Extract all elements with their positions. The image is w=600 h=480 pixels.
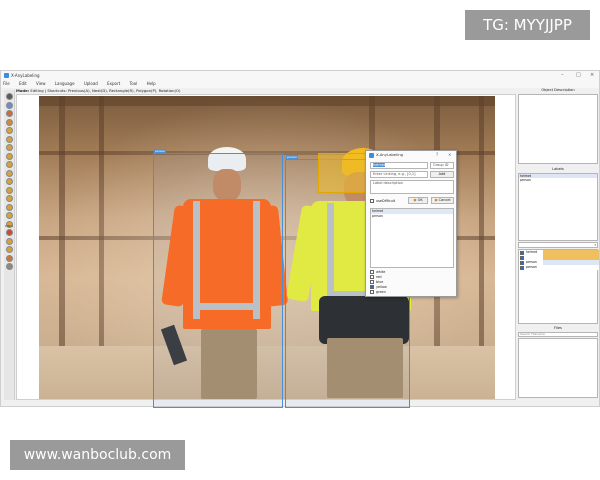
menu-upload[interactable]: Upload bbox=[84, 81, 98, 86]
tool-button-icon[interactable] bbox=[6, 152, 13, 160]
mode-text: Editing | Shortcuts: Previous(A), Next(D… bbox=[30, 88, 181, 93]
difficult-label: useDifficult bbox=[376, 199, 396, 203]
label-item[interactable]: person bbox=[519, 178, 597, 182]
instance-label: person bbox=[526, 265, 537, 269]
tool-button-icon[interactable] bbox=[6, 195, 13, 202]
cancel-label: Cancel bbox=[438, 198, 451, 202]
app-window: X-AnyLabeling – □ × File Edit View Langu… bbox=[0, 70, 600, 408]
instances-list[interactable]: helmet person person bbox=[518, 249, 599, 324]
tool-button-icon[interactable] bbox=[6, 110, 13, 117]
flag-label: white bbox=[376, 270, 386, 274]
instance-label: person bbox=[526, 260, 537, 264]
tool-button-icon[interactable] bbox=[6, 93, 13, 100]
tool-button-icon[interactable] bbox=[6, 186, 13, 194]
search-filename-input[interactable]: Search Filename bbox=[518, 332, 598, 337]
menu-bar: File Edit View Language Upload Export To… bbox=[1, 80, 599, 88]
right-panel: Object Description Labels helmet person ▾… bbox=[517, 88, 599, 400]
linking-input[interactable]: Enter Linking, e.g., [0,1] bbox=[370, 171, 428, 178]
ok-label: OK bbox=[417, 198, 423, 202]
watermark-tag: TG: MYYJJPP bbox=[465, 10, 590, 40]
instance-label: helmet bbox=[526, 250, 538, 254]
tool-button-icon[interactable] bbox=[6, 203, 13, 211]
label-input-text: helmet bbox=[373, 163, 386, 167]
tool-button-icon[interactable] bbox=[6, 101, 13, 109]
flag-checkbox[interactable] bbox=[370, 280, 374, 284]
group-id-input[interactable]: Group ID bbox=[430, 162, 454, 169]
label-list-item[interactable]: person bbox=[371, 214, 453, 218]
cancel-icon: ● bbox=[434, 198, 438, 202]
label-dialog: X-AnyLabeling ? × helmet Group ID Enter … bbox=[365, 150, 457, 297]
label-filter-combo[interactable]: ▾ bbox=[518, 242, 598, 248]
tool-button-icon[interactable] bbox=[6, 144, 13, 151]
bounding-box-person[interactable]: person bbox=[153, 149, 283, 408]
window-title: X-AnyLabeling bbox=[11, 73, 40, 78]
zoom-label: 100% bbox=[5, 224, 13, 228]
labels-title: Labels bbox=[552, 167, 564, 171]
tool-button-icon[interactable] bbox=[6, 178, 13, 185]
tool-strip: 100% bbox=[4, 90, 15, 400]
flag-checkbox[interactable] bbox=[370, 270, 374, 274]
instance-visible-checkbox[interactable] bbox=[520, 260, 524, 265]
menu-edit[interactable]: Edit bbox=[19, 81, 27, 86]
flag-checkbox[interactable] bbox=[370, 285, 374, 289]
label-input[interactable]: helmet bbox=[370, 162, 428, 169]
tool-button-icon[interactable] bbox=[6, 127, 13, 134]
menu-export[interactable]: Export bbox=[107, 81, 120, 86]
menu-language[interactable]: Language bbox=[55, 81, 75, 86]
menu-help[interactable]: Help bbox=[147, 81, 156, 86]
tool-button-icon[interactable] bbox=[6, 254, 13, 262]
tool-button-icon[interactable] bbox=[6, 246, 13, 253]
flag-checkbox[interactable] bbox=[370, 275, 374, 279]
tool-button-icon[interactable] bbox=[6, 169, 13, 177]
flag-label: red bbox=[376, 275, 382, 279]
instance-visible-checkbox[interactable] bbox=[520, 250, 524, 255]
close-button[interactable]: × bbox=[590, 71, 594, 80]
app-logo-icon bbox=[4, 73, 9, 78]
tool-button-icon[interactable] bbox=[6, 229, 13, 236]
ok-button[interactable]: ● OK bbox=[408, 197, 428, 204]
tool-button-icon[interactable] bbox=[6, 237, 13, 245]
mode-prefix: Mode: bbox=[16, 88, 30, 93]
ok-icon: ● bbox=[413, 198, 417, 202]
bbox-label: person bbox=[286, 155, 299, 160]
dialog-title: X-AnyLabeling bbox=[376, 152, 404, 157]
files-list[interactable] bbox=[518, 338, 598, 398]
screenshot-page: TG: MYYJJPP X-AnyLabeling – □ × File Edi… bbox=[0, 0, 600, 480]
difficult-checkbox[interactable] bbox=[370, 199, 374, 203]
instance-visible-checkbox[interactable] bbox=[520, 265, 524, 270]
description-input[interactable]: Label description bbox=[370, 180, 454, 194]
tool-button-icon[interactable] bbox=[6, 118, 13, 126]
label-list[interactable]: helmet person bbox=[370, 208, 454, 268]
dialog-help-button[interactable]: ? bbox=[436, 151, 438, 159]
labels-list[interactable]: helmet person bbox=[518, 173, 598, 241]
instance-visible-checkbox[interactable] bbox=[520, 255, 524, 260]
dialog-close-button[interactable]: × bbox=[448, 151, 451, 159]
dialog-logo-icon bbox=[369, 153, 374, 158]
object-description-title: Object Description bbox=[541, 88, 575, 92]
tool-button-icon[interactable] bbox=[6, 135, 13, 143]
flag-checkbox[interactable] bbox=[370, 290, 374, 294]
instance-row[interactable]: person bbox=[519, 265, 599, 270]
object-description-box[interactable] bbox=[518, 94, 598, 164]
menu-file[interactable]: File bbox=[3, 81, 10, 86]
tool-button-icon[interactable] bbox=[6, 161, 13, 168]
add-button[interactable]: Add bbox=[430, 171, 454, 178]
flag-label: blue bbox=[376, 280, 384, 284]
bounding-box-helmet-selected[interactable] bbox=[318, 153, 370, 193]
tool-button-icon[interactable] bbox=[6, 263, 13, 270]
flag-label: yellow bbox=[376, 285, 387, 289]
flag-label: green bbox=[376, 290, 386, 294]
instance-color-swatch bbox=[543, 265, 599, 270]
title-bar: X-AnyLabeling – □ × bbox=[1, 71, 599, 80]
menu-tool[interactable]: Tool bbox=[130, 81, 138, 86]
minimize-button[interactable]: – bbox=[561, 71, 564, 80]
files-title: Files bbox=[554, 326, 562, 330]
menu-view[interactable]: View bbox=[36, 81, 46, 86]
cancel-button[interactable]: ● Cancel bbox=[431, 197, 454, 204]
maximize-button[interactable]: □ bbox=[576, 71, 581, 80]
watermark-site: www.wanboclub.com bbox=[10, 440, 185, 470]
bbox-label: person bbox=[154, 149, 167, 154]
tool-button-icon[interactable] bbox=[6, 212, 13, 219]
